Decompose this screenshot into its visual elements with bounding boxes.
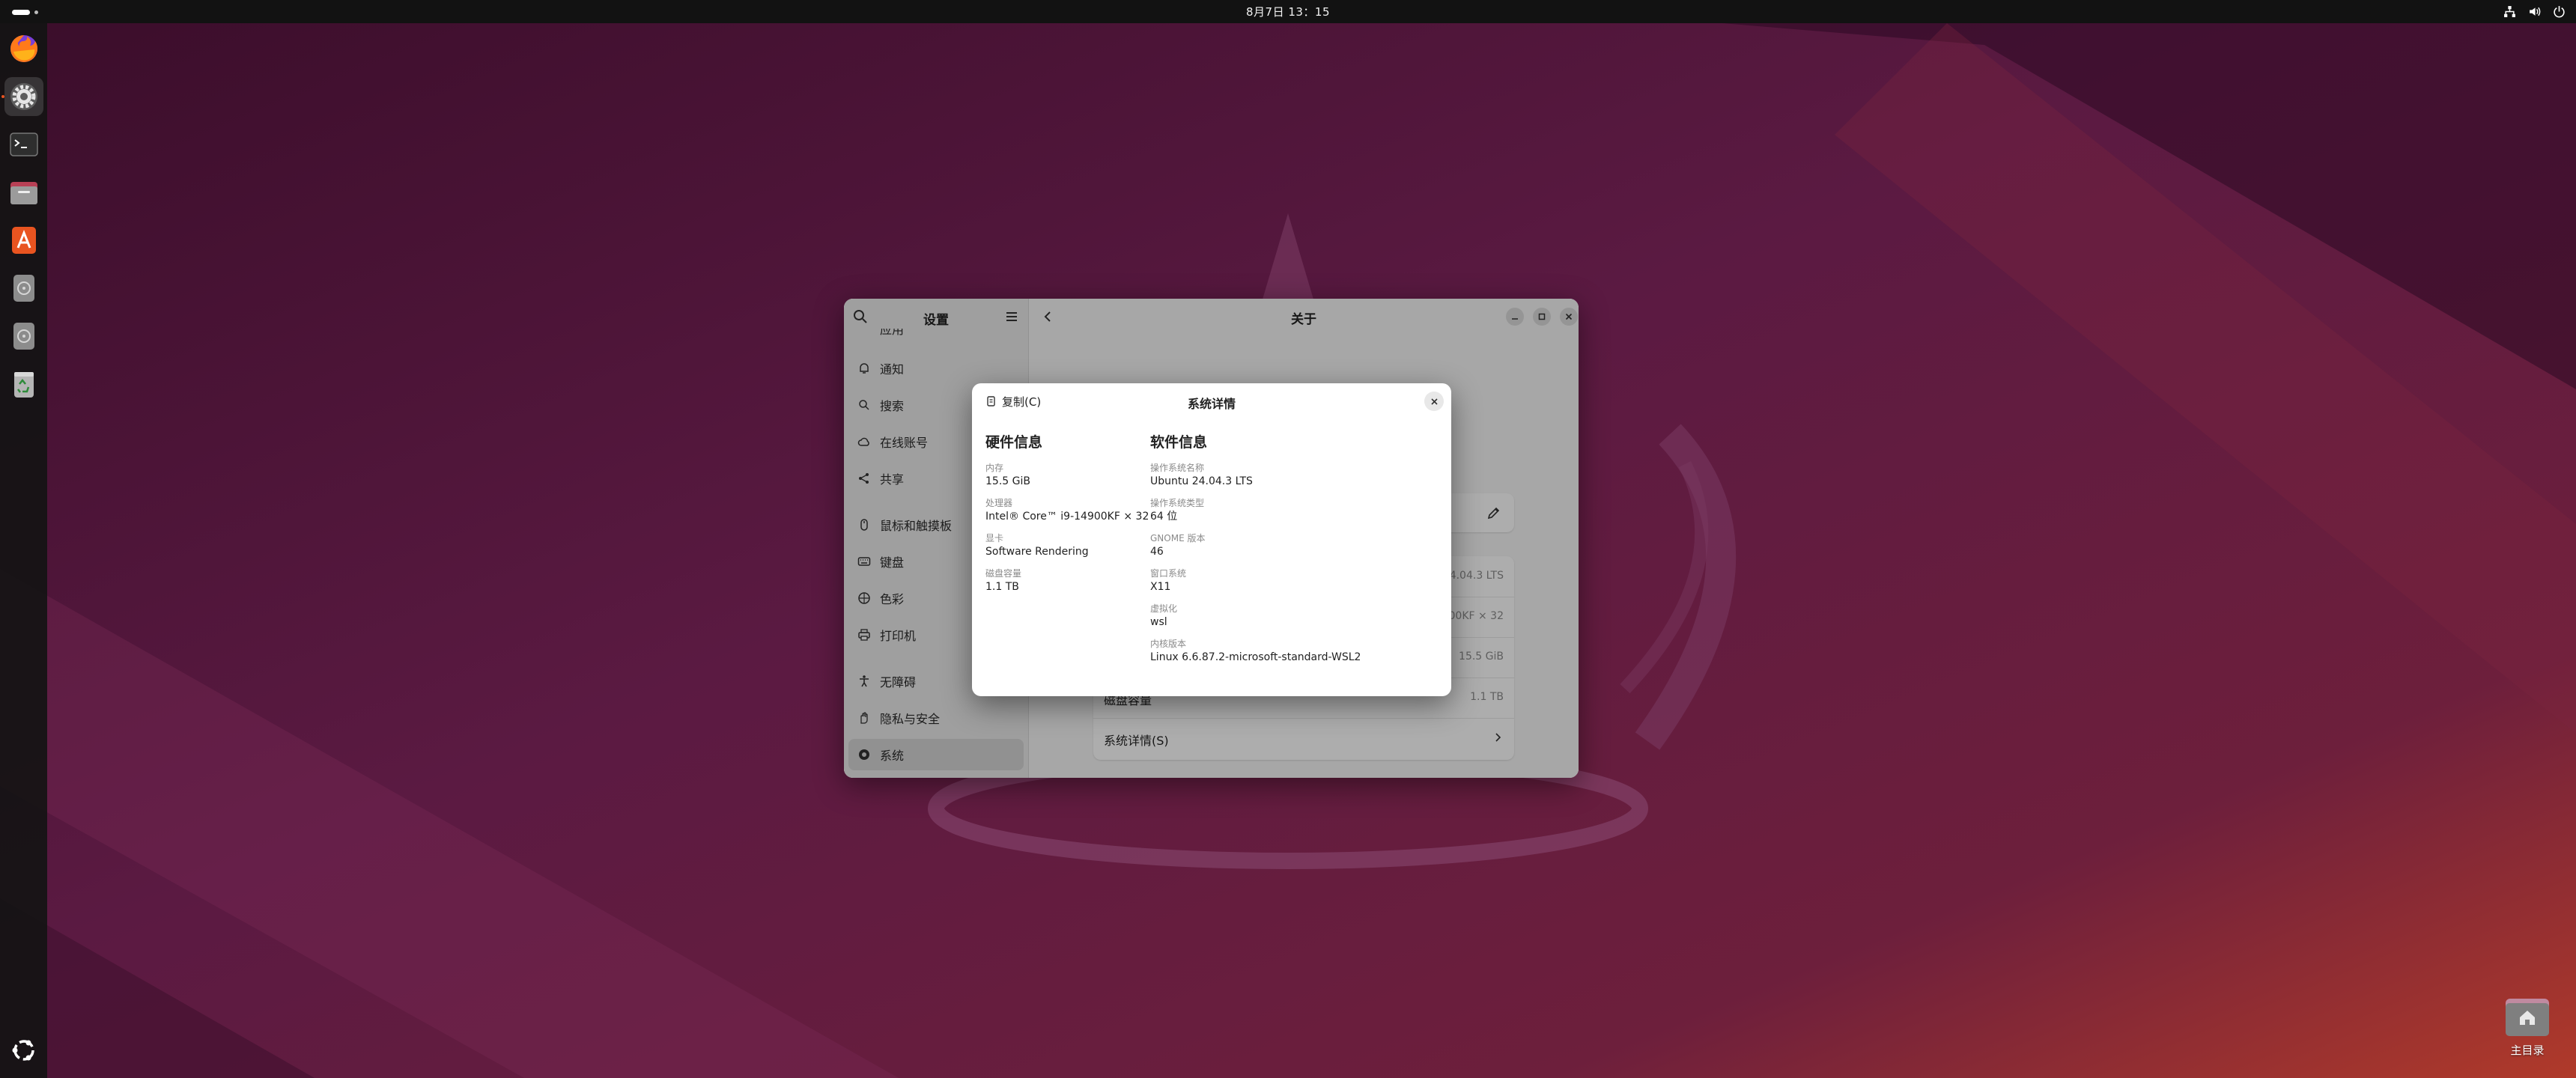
dock-trash[interactable] xyxy=(4,365,43,404)
dock-files[interactable] xyxy=(4,173,43,212)
field-memory: 内存 15.5 GiB xyxy=(985,463,1030,487)
volume-icon[interactable] xyxy=(2528,5,2541,18)
field-processor: 处理器 Intel® Core™ i9-14900KF × 32 xyxy=(985,498,1149,523)
field-kernel-version: 内核版本 Linux 6.6.87.2-microsoft-standard-W… xyxy=(1150,639,1361,663)
network-icon[interactable] xyxy=(2503,5,2516,18)
dock xyxy=(0,23,47,1078)
terminal-icon xyxy=(10,133,38,156)
system-tray[interactable] xyxy=(2503,5,2566,18)
software-heading: 软件信息 xyxy=(1150,434,1208,451)
field-graphics: 显卡 Software Rendering xyxy=(985,533,1089,558)
dock-app-center[interactable] xyxy=(4,221,43,260)
disk-icon xyxy=(13,275,34,302)
desktop-home-folder[interactable]: 主目录 xyxy=(2494,996,2561,1058)
field-virtualization: 虚拟化 wsl xyxy=(1150,603,1178,628)
disk-icon xyxy=(13,323,34,350)
settings-gear-icon xyxy=(10,83,37,110)
field-disk-capacity: 磁盘容量 1.1 TB xyxy=(985,568,1022,593)
dock-firefox[interactable] xyxy=(4,29,43,68)
home-folder-icon xyxy=(2506,999,2549,1036)
hardware-heading: 硬件信息 xyxy=(985,434,1043,451)
trash-icon xyxy=(14,372,34,398)
top-bar: 8月7日 13：15 xyxy=(0,0,2576,23)
dialog-close-button[interactable] xyxy=(1424,392,1444,411)
dock-settings[interactable] xyxy=(4,77,43,116)
home-folder-label: 主目录 xyxy=(2510,1044,2545,1057)
ubuntu-logo-icon xyxy=(12,1040,34,1061)
dialog-title: 系统详情 xyxy=(1187,397,1236,411)
close-icon xyxy=(1430,398,1438,405)
dock-terminal[interactable] xyxy=(4,125,43,164)
show-apps-button[interactable] xyxy=(4,1031,43,1070)
field-windowing-system: 窗口系统 X11 xyxy=(1150,568,1187,593)
field-os-name: 操作系统名称 Ubuntu 24.04.3 LTS xyxy=(1150,463,1253,487)
files-icon xyxy=(10,182,37,204)
dock-disk-2[interactable] xyxy=(4,317,43,356)
system-details-dialog: 复制(C) 系统详情 硬件信息 内存 15.5 GiB 处理器 Intel® C… xyxy=(972,383,1451,696)
power-icon[interactable] xyxy=(2553,5,2566,18)
field-os-type: 操作系统类型 64 位 xyxy=(1150,498,1205,523)
clock[interactable]: 8月7日 13：15 xyxy=(0,4,2576,19)
dock-disk-1[interactable] xyxy=(4,269,43,308)
running-indicator xyxy=(1,95,4,98)
software-info-column: 软件信息 操作系统名称 Ubuntu 24.04.3 LTS 操作系统类型 64… xyxy=(1150,431,1361,673)
field-gnome-version: GNOME 版本 46 xyxy=(1150,533,1206,558)
firefox-icon xyxy=(10,35,37,62)
app-center-icon xyxy=(12,227,36,254)
hardware-info-column: 硬件信息 内存 15.5 GiB 处理器 Intel® Core™ i9-149… xyxy=(985,431,1149,603)
